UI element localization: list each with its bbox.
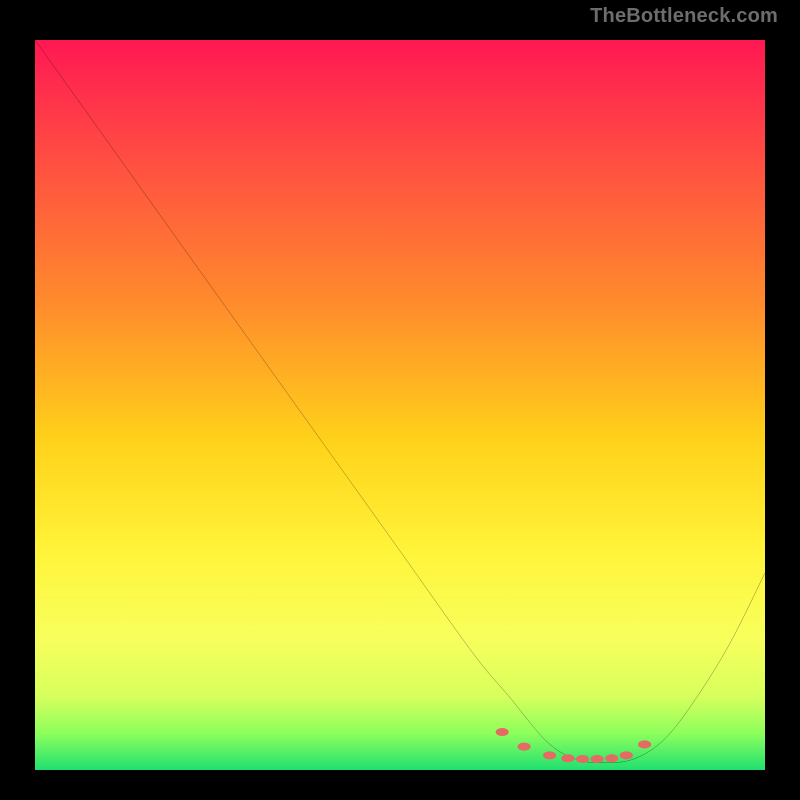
- highlight-dot: [496, 728, 509, 736]
- plot-svg: [35, 40, 765, 770]
- highlight-dot: [605, 754, 618, 762]
- highlight-dot: [620, 751, 633, 759]
- highlight-dot: [591, 755, 604, 763]
- chart-container: TheBottleneck.com: [0, 0, 800, 800]
- highlight-dot: [543, 751, 556, 759]
- highlight-dot: [561, 754, 574, 762]
- watermark-text: TheBottleneck.com: [590, 6, 778, 26]
- highlight-dot: [638, 740, 651, 748]
- highlight-dot: [518, 743, 531, 751]
- bottleneck-curve: [35, 40, 765, 763]
- plot-area: [35, 40, 765, 770]
- highlight-dot: [576, 755, 589, 763]
- highlight-dots: [496, 728, 651, 763]
